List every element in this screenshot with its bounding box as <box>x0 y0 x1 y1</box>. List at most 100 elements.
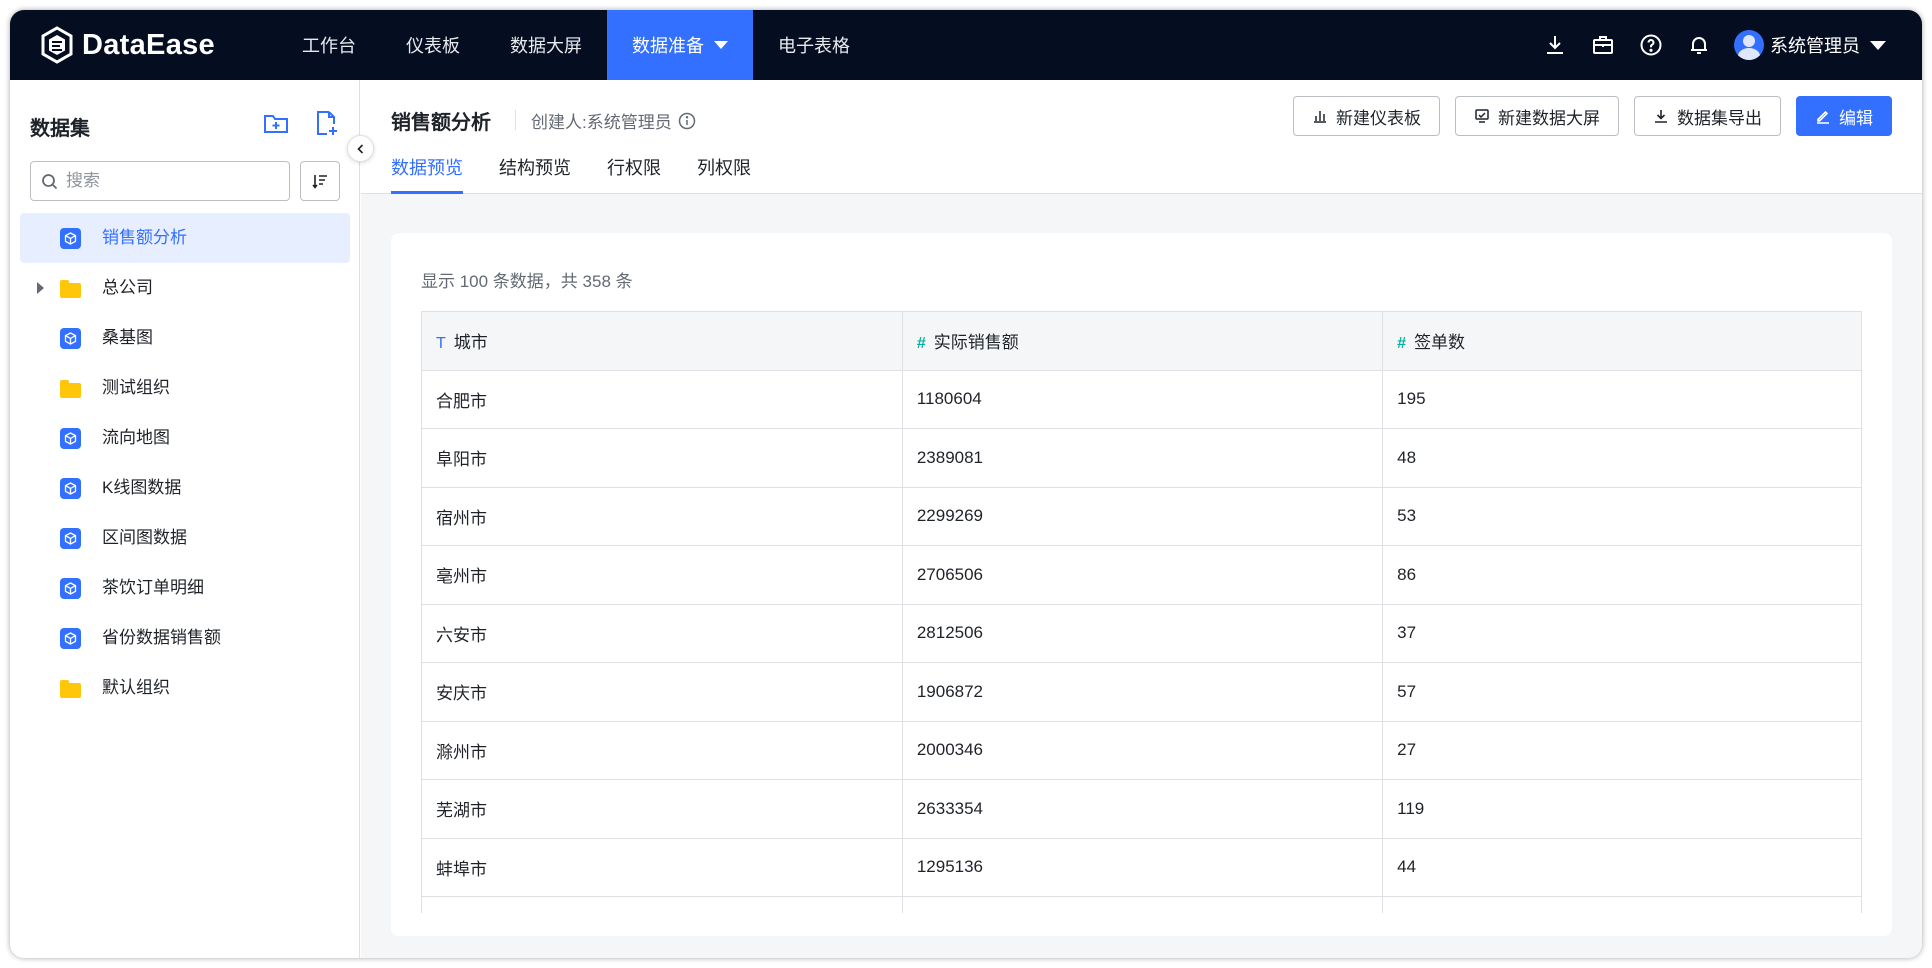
number-type-icon: # <box>916 335 926 353</box>
tree-item-default-org[interactable]: 默认组织 <box>20 663 350 713</box>
bar-chart-icon <box>1314 111 1326 123</box>
export-dataset-button[interactable]: 数据集导出 <box>1634 96 1781 136</box>
sort-button[interactable] <box>300 161 340 201</box>
table-cell: 芜湖市 <box>422 779 903 839</box>
table-cell: 2299269 <box>902 487 1384 546</box>
tree-item-kline[interactable]: K线图数据 <box>20 463 350 513</box>
table-cell: 48 <box>1382 428 1861 488</box>
tree-item-flow-map[interactable]: 流向地图 <box>20 413 350 463</box>
dataset-cube-icon <box>60 328 81 349</box>
briefcase-icon[interactable] <box>1590 32 1616 58</box>
new-dataset-icon[interactable] <box>313 110 339 136</box>
nav-item-data-prep[interactable]: 数据准备 <box>607 10 753 80</box>
table-cell: 2000346 <box>902 721 1384 780</box>
row-count-summary: 显示 100 条数据，共 358 条 <box>421 272 633 291</box>
top-right-toolbar: 系统管理员 <box>1520 10 1886 80</box>
tree-item-sankey[interactable]: 桑基图 <box>20 313 350 363</box>
table-row: 阜阳市 2389081 48 <box>422 428 1861 488</box>
table-cell: 195 <box>1382 370 1861 429</box>
help-icon[interactable] <box>1638 32 1664 58</box>
button-label: 新建仪表板 <box>1336 108 1421 128</box>
folder-icon <box>60 680 81 701</box>
tree-item-test-org[interactable]: 测试组织 <box>20 363 350 413</box>
dataset-cube-icon <box>60 228 81 249</box>
app-logo[interactable]: DataEase <box>40 26 215 64</box>
table-cell: 119 <box>1382 779 1861 839</box>
column-name: 城市 <box>453 333 488 353</box>
tree-item-tea-orders[interactable]: 茶饮订单明细 <box>20 563 350 613</box>
tab-column-permission[interactable]: 列权限 <box>697 152 751 194</box>
tree-item-head-office[interactable]: 总公司 <box>20 263 350 313</box>
table-row: 六安市 2812506 37 <box>422 604 1861 663</box>
table-cell: 2812506 <box>902 604 1384 663</box>
caret-right-icon[interactable] <box>37 282 44 294</box>
dataset-title: 销售额分析 <box>391 112 491 134</box>
table-row: 芜湖市 2633354 119 <box>422 779 1861 839</box>
tree-item-sales-analysis[interactable]: 销售额分析 <box>20 213 350 263</box>
table-cell: 86 <box>1382 545 1861 605</box>
bell-icon[interactable] <box>1686 32 1712 58</box>
column-header-city[interactable]: T 城市 <box>422 312 903 371</box>
download-icon[interactable] <box>1542 32 1568 58</box>
tree-item-label: 茶饮订单明细 <box>102 578 204 597</box>
nav-label: 数据大屏 <box>510 36 582 56</box>
tree-item-label: 测试组织 <box>102 378 170 397</box>
tree-item-label: 默认组织 <box>102 678 170 697</box>
tree-item-label: 总公司 <box>102 278 153 297</box>
table-cell: 亳州市 <box>422 545 903 605</box>
table-row: 滁州市 2000346 27 <box>422 721 1861 780</box>
folder-icon <box>60 280 81 301</box>
caret-down-icon <box>714 41 728 49</box>
table-cell: 44 <box>1382 838 1861 897</box>
nav-item-data-screen[interactable]: 数据大屏 <box>485 10 607 80</box>
top-navigation-bar: DataEase 工作台 仪表板 数据大屏 数据准备 电子表格 系统管理员 <box>10 10 1922 80</box>
search-input[interactable] <box>66 171 266 191</box>
new-folder-icon[interactable] <box>263 110 289 136</box>
collapse-sidebar-button[interactable] <box>347 135 374 162</box>
edit-icon <box>1817 110 1829 124</box>
column-header-orders[interactable]: # 签单数 <box>1382 312 1861 371</box>
nav-item-dashboard[interactable]: 仪表板 <box>381 10 485 80</box>
tab-data-preview[interactable]: 数据预览 <box>391 152 463 194</box>
dataset-tree: 销售额分析 总公司 桑基图 测试组织 流向地图 K线图数据 区间图数据 茶饮订单… <box>20 213 350 713</box>
table-row: 宿州市 2299269 53 <box>422 487 1861 546</box>
table-cell: 2706506 <box>902 545 1384 605</box>
tree-item-label: 流向地图 <box>102 428 170 447</box>
tree-item-label: 桑基图 <box>102 328 153 347</box>
number-type-icon: # <box>1397 335 1407 353</box>
nav-label: 电子表格 <box>778 36 850 56</box>
preview-table-container[interactable]: T 城市 # 实际销售额 # 签单数 合肥市 1180604 195 阜阳市 2389081… <box>421 311 1862 913</box>
table-cell <box>902 896 1384 913</box>
header-actions: 新建仪表板 新建数据大屏 数据集导出 编辑 <box>1278 96 1892 136</box>
table-row <box>422 896 1861 913</box>
creator-text: 创建人:系统管理员 <box>531 113 672 132</box>
table-cell: 2389081 <box>902 428 1384 488</box>
tree-item-province-sales[interactable]: 省份数据销售额 <box>20 613 350 663</box>
nav-item-spreadsheet[interactable]: 电子表格 <box>753 10 875 80</box>
table-cell: 合肥市 <box>422 370 903 429</box>
table-cell: 37 <box>1382 604 1861 663</box>
table-cell: 27 <box>1382 721 1861 780</box>
nav-item-workbench[interactable]: 工作台 <box>277 10 381 80</box>
tab-structure-preview[interactable]: 结构预览 <box>499 152 571 194</box>
edit-button[interactable]: 编辑 <box>1796 96 1892 136</box>
tree-item-range-chart[interactable]: 区间图数据 <box>20 513 350 563</box>
title-divider <box>515 110 516 130</box>
data-preview-card: 显示 100 条数据，共 358 条 T 城市 # 实际销售额 # 签单数 合肥市 11… <box>391 233 1892 936</box>
dataset-header: 销售额分析 创建人:系统管理员 数据预览 结构预览 行权限 列权限 新建仪表板 <box>361 80 1922 194</box>
table-cell: 滁州市 <box>422 721 903 780</box>
tab-row-permission[interactable]: 行权限 <box>607 152 661 194</box>
button-label: 新建数据大屏 <box>1498 108 1600 128</box>
column-header-sales[interactable]: # 实际销售额 <box>902 312 1384 371</box>
folder-icon <box>60 380 81 401</box>
new-dashboard-button[interactable]: 新建仪表板 <box>1293 96 1440 136</box>
dataease-logo-icon <box>41 26 73 64</box>
table-cell: 安庆市 <box>422 662 903 722</box>
user-menu[interactable]: 系统管理员 <box>1734 30 1886 60</box>
main-content: 销售额分析 创建人:系统管理员 数据预览 结构预览 行权限 列权限 新建仪表板 <box>361 80 1922 958</box>
table-cell: 1295136 <box>902 838 1384 897</box>
tree-item-label: 省份数据销售额 <box>102 628 221 647</box>
caret-down-icon <box>1870 40 1886 50</box>
new-data-screen-button[interactable]: 新建数据大屏 <box>1455 96 1619 136</box>
info-icon[interactable] <box>678 112 696 130</box>
